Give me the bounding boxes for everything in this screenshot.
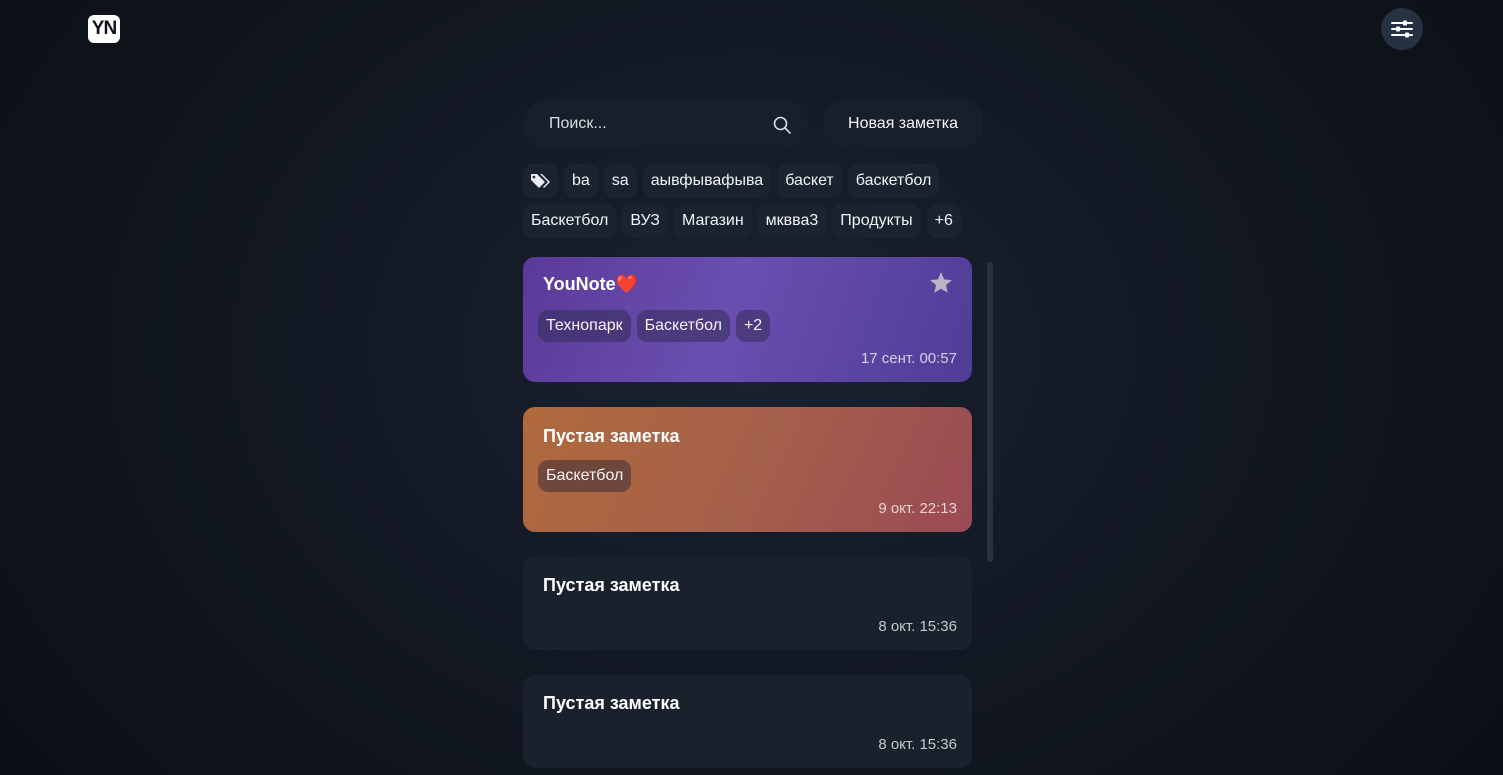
app-logo[interactable]: YN xyxy=(88,15,120,43)
search-input[interactable] xyxy=(523,99,763,149)
tag-chip[interactable]: баскет xyxy=(777,164,842,198)
note-title: YouNote❤️ xyxy=(543,274,639,294)
note-card[interactable]: Пустая заметка 8 окт. 15:36 xyxy=(523,675,972,768)
star-icon[interactable] xyxy=(928,270,954,296)
tag-chip[interactable]: ВУЗ xyxy=(622,204,668,238)
new-note-button[interactable]: Новая заметка xyxy=(823,99,983,149)
scrollbar[interactable] xyxy=(987,262,993,562)
note-card[interactable]: YouNote❤️ Технопарк Баскетбол +2 17 сент… xyxy=(523,257,972,382)
note-tag-chip[interactable]: Баскетбол xyxy=(636,310,730,342)
note-card[interactable]: Пустая заметка 8 окт. 15:36 xyxy=(523,557,972,650)
note-tag-chip[interactable]: Баскетбол xyxy=(538,460,632,492)
note-date: 17 сент. 00:57 xyxy=(860,350,957,367)
note-tags: Баскетбол xyxy=(538,460,632,492)
tag-chip[interactable]: ba xyxy=(564,164,598,198)
settings-button[interactable] xyxy=(1381,8,1423,50)
tag-chip[interactable]: аывфывафыва xyxy=(642,164,772,198)
tags-filter-button[interactable] xyxy=(523,164,558,198)
note-date: 8 окт. 15:36 xyxy=(878,736,957,753)
tag-chip[interactable]: Магазин xyxy=(673,204,752,238)
tag-filter-row: ba sa аывфывафыва баскет баскетбол xyxy=(523,164,940,198)
note-title: Пустая заметка xyxy=(543,426,680,446)
search-icon[interactable] xyxy=(772,115,792,135)
tag-chip[interactable]: sa xyxy=(603,164,637,198)
note-title: Пустая заметка xyxy=(543,575,680,595)
tag-filter-row: Баскетбол ВУЗ Магазин мквва3 Продукты +6 xyxy=(523,204,961,238)
heart-emoji: ❤️ xyxy=(615,274,639,294)
sliders-icon xyxy=(1391,20,1413,38)
tag-chip[interactable]: баскетбол xyxy=(847,164,940,198)
tag-chip[interactable]: Баскетбол xyxy=(523,204,617,238)
note-card[interactable]: Пустая заметка Баскетбол 9 окт. 22:13 xyxy=(523,407,972,532)
note-more-tags[interactable]: +2 xyxy=(735,310,771,342)
tags-icon xyxy=(530,174,550,188)
search-box xyxy=(523,99,808,149)
note-date: 9 окт. 22:13 xyxy=(878,500,957,517)
note-title: Пустая заметка xyxy=(543,693,680,713)
more-tags-button[interactable]: +6 xyxy=(926,204,961,238)
note-date: 8 окт. 15:36 xyxy=(878,618,957,635)
note-tag-chip[interactable]: Технопарк xyxy=(538,310,631,342)
note-tags: Технопарк Баскетбол +2 xyxy=(538,310,771,342)
tag-chip[interactable]: Продукты xyxy=(832,204,921,238)
tag-chip[interactable]: мквва3 xyxy=(757,204,827,238)
